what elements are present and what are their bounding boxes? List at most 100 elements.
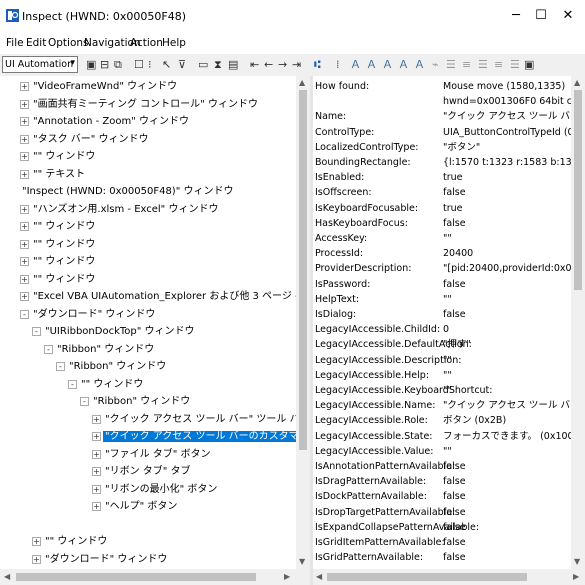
tree-scroll-thumb[interactable] bbox=[299, 90, 307, 450]
highlight-rect-icon[interactable]: ☐ bbox=[134, 59, 144, 71]
property-row[interactable]: LegacyIAccessible.State: フォーカスできます。 (0x10… bbox=[313, 429, 571, 444]
prop-icon-2[interactable]: Ａ bbox=[350, 59, 361, 71]
tree-item[interactable]: - "ダウンロード" ウィンドウ bbox=[20, 307, 157, 322]
tree-item[interactable]: + "" ウィンドウ bbox=[20, 219, 97, 234]
tree-walker-icon[interactable]: ⑆ bbox=[314, 59, 321, 71]
expand-icon[interactable]: + bbox=[92, 502, 101, 511]
property-row[interactable]: IsDialog: false bbox=[313, 307, 571, 322]
expand-icon[interactable]: + bbox=[32, 554, 41, 564]
prop-icon-6[interactable]: Ａ bbox=[414, 59, 425, 71]
prop-icon-5[interactable]: Ａ bbox=[398, 59, 409, 71]
property-row[interactable]: How found: Mouse move (1580,1335) bbox=[313, 79, 571, 94]
tree-item[interactable]: + "" ウィンドウ bbox=[20, 254, 97, 269]
property-row[interactable]: HelpText: "" bbox=[313, 292, 571, 307]
property-row[interactable]: ProcessId: 20400 bbox=[313, 246, 571, 261]
prop-icon-8[interactable]: ☰ bbox=[446, 59, 456, 71]
hourglass-icon[interactable]: ⧗ bbox=[214, 59, 222, 71]
property-row[interactable]: ProviderDescription: "[pid:20400,provider… bbox=[313, 261, 571, 276]
property-row[interactable]: IsExpandCollapsePatternAvailable: false bbox=[313, 520, 571, 535]
property-row[interactable]: IsPassword: false bbox=[313, 277, 571, 292]
list-icon[interactable]: ▤ bbox=[228, 59, 238, 71]
tree-item[interactable]: - "Ribbon" ウィンドウ bbox=[80, 394, 192, 409]
property-row[interactable]: IsAnnotationPatternAvailable: false bbox=[313, 459, 571, 474]
tree-item[interactable]: + "タスク バー" ウィンドウ bbox=[20, 132, 151, 147]
expand-icon[interactable]: + bbox=[20, 222, 29, 231]
scroll-up-icon[interactable]: ▲ bbox=[299, 78, 305, 87]
collapse-icon[interactable]: - bbox=[32, 327, 41, 336]
expand-icon[interactable]: + bbox=[20, 274, 29, 284]
expand-icon[interactable]: + bbox=[20, 204, 29, 214]
expand-icon[interactable]: + bbox=[20, 292, 29, 301]
collapse-icon[interactable]: - bbox=[44, 344, 53, 354]
tree-item[interactable]: + "" ウィンドウ bbox=[20, 149, 97, 164]
scroll-left-icon[interactable]: ◀ bbox=[4, 572, 10, 581]
expand-icon[interactable]: + bbox=[20, 99, 29, 109]
prop-icon-12[interactable]: ☰ bbox=[510, 59, 520, 71]
property-row[interactable]: IsGridItemPatternAvailable: false bbox=[313, 535, 571, 550]
tree-item[interactable]: + "" テキスト bbox=[20, 167, 87, 182]
copy-icon[interactable]: ⧉ bbox=[114, 59, 122, 71]
scroll-down-icon[interactable]: ▼ bbox=[299, 557, 305, 566]
tree-item[interactable]: + "VideoFrameWnd" ウィンドウ bbox=[20, 79, 179, 94]
collapse-icon[interactable]: - bbox=[68, 379, 77, 389]
property-row[interactable]: LegacyIAccessible.DefaultAction: "押す" bbox=[313, 337, 571, 352]
tree-item[interactable]: + "Excel VBA UIAutomation_Explorer および他 3… bbox=[20, 289, 296, 304]
props-scroll-thumb[interactable] bbox=[574, 90, 582, 290]
property-row[interactable]: LegacyIAccessible.Role: ボタン (0x2B) bbox=[313, 413, 571, 428]
tree-item[interactable]: + "ファイル タブ" ボタン bbox=[92, 447, 213, 462]
property-row[interactable]: IsOffscreen: false bbox=[313, 185, 571, 200]
tree-vertical-scrollbar[interactable]: ▲ ▼ bbox=[296, 76, 310, 569]
tree-item[interactable]: + "Annotation - Zoom" ウィンドウ bbox=[20, 114, 191, 129]
tree-item[interactable]: + "ダウンロード" ウィンドウ bbox=[32, 552, 169, 567]
close-button[interactable]: ✕ bbox=[545, 0, 585, 32]
property-row[interactable]: Name: "クイック アクセス ツール バーのカスタマイズ bbox=[313, 109, 571, 124]
menu-edit[interactable]: Edit bbox=[26, 37, 46, 49]
property-row[interactable]: IsGridPatternAvailable: false bbox=[313, 550, 571, 565]
watch-tracking-icon[interactable]: ⊟ bbox=[100, 59, 109, 71]
collapse-icon[interactable]: - bbox=[56, 362, 65, 371]
tree-item[interactable]: + "ヘルプ" ボタン bbox=[92, 499, 179, 514]
prop-icon-4[interactable]: Ａ bbox=[382, 59, 393, 71]
expand-icon[interactable]: + bbox=[20, 152, 29, 161]
property-row[interactable]: LegacyIAccessible.Name: "クイック アクセス ツール バー… bbox=[313, 398, 571, 413]
window-icon[interactable]: ▭ bbox=[198, 59, 208, 71]
scroll-right-icon[interactable]: ▶ bbox=[573, 572, 579, 581]
property-row[interactable]: LegacyIAccessible.Help: "" bbox=[313, 368, 571, 383]
prop-icon-7[interactable]: ⌁ bbox=[432, 59, 439, 71]
property-row[interactable]: IsDockPatternAvailable: false bbox=[313, 489, 571, 504]
property-row[interactable]: LegacyIAccessible.Value: "" bbox=[313, 444, 571, 459]
show-hierarchy-icon[interactable]: ⁝ bbox=[148, 59, 152, 71]
tree-item[interactable]: + "リボンの最小化" ボタン bbox=[92, 482, 219, 497]
property-row[interactable]: ControlType: UIA_ButtonControlTypeId (0xC… bbox=[313, 125, 571, 140]
tree-item[interactable]: + "クイック アクセス ツール バー" ツール バー bbox=[92, 412, 296, 427]
props-hscroll-thumb[interactable] bbox=[327, 573, 527, 581]
tree-item[interactable]: + "" ウィンドウ bbox=[20, 272, 97, 287]
element-tree[interactable]: + "VideoFrameWnd" ウィンドウ + "画面共有ミーティング コントロー… bbox=[0, 76, 296, 569]
scroll-left-icon[interactable]: ◀ bbox=[316, 572, 322, 581]
collapse-icon[interactable]: - bbox=[20, 309, 29, 319]
tree-item[interactable]: +"クイック アクセス ツール バーのカスタマイズ" ボタン bbox=[92, 429, 296, 444]
tree-hscroll-thumb[interactable] bbox=[16, 573, 256, 581]
collapse-icon[interactable]: - bbox=[80, 397, 89, 406]
tree-item[interactable]: + "" ウィンドウ bbox=[32, 534, 109, 549]
property-row[interactable]: IsDropTargetPatternAvailable: false bbox=[313, 505, 571, 520]
scroll-up-icon[interactable]: ▲ bbox=[574, 78, 580, 87]
tree-item[interactable]: - "" ウィンドウ bbox=[68, 377, 145, 392]
cursor-icon[interactable]: ↖ bbox=[162, 59, 171, 71]
tree-item[interactable]: + "リボン タブ" タブ bbox=[92, 464, 193, 479]
nav-prev-icon[interactable]: ← bbox=[264, 59, 273, 71]
property-row[interactable]: IsEnabled: true bbox=[313, 170, 571, 185]
tree-item[interactable]: "Inspect (HWND: 0x00050F48)" ウィンドウ bbox=[20, 184, 235, 199]
nav-last-icon[interactable]: ⇥ bbox=[292, 59, 301, 71]
property-row[interactable]: BoundingRectangle: {l:1570 t:1323 r:1583 … bbox=[313, 155, 571, 170]
property-row[interactable]: AccessKey: "" bbox=[313, 231, 571, 246]
property-row[interactable]: hwnd=0x001306F0 64bit class="Cabinet bbox=[313, 94, 571, 109]
property-row[interactable]: LegacyIAccessible.KeyboardShortcut: "" bbox=[313, 383, 571, 398]
property-row[interactable]: LegacyIAccessible.ChildId: 0 bbox=[313, 322, 571, 337]
tree-item[interactable]: + "" ウィンドウ bbox=[20, 237, 97, 252]
expand-icon[interactable]: + bbox=[92, 432, 101, 441]
mode-dropdown[interactable]: UI Automation ▾ bbox=[2, 56, 78, 73]
property-row[interactable]: IsDragPatternAvailable: false bbox=[313, 474, 571, 489]
filter-icon[interactable]: ⊽ bbox=[178, 59, 186, 71]
scroll-down-icon[interactable]: ▼ bbox=[574, 557, 580, 566]
